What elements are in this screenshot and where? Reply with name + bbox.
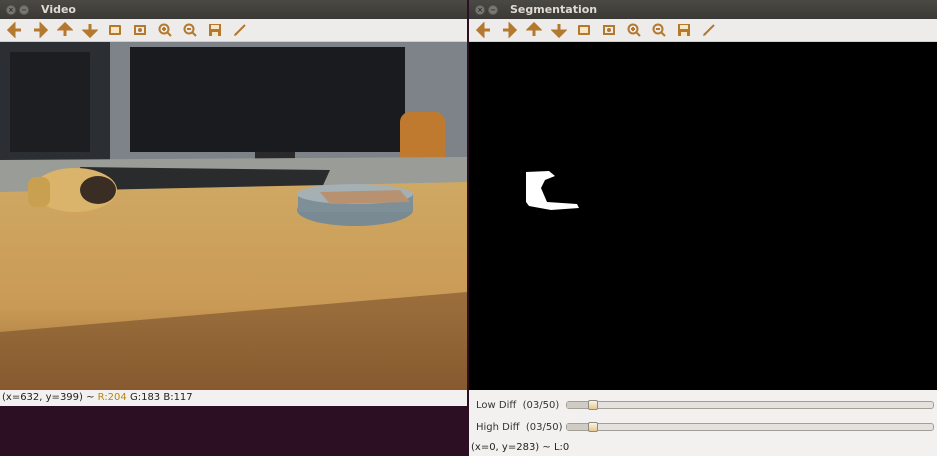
- pan-right-icon[interactable]: [29, 20, 51, 40]
- status-gb-values: G:183 B:117: [126, 392, 193, 403]
- pan-down-icon[interactable]: [548, 20, 570, 40]
- zoom-in-icon[interactable]: [154, 20, 176, 40]
- video-status-bar: (x=632, y=399) ~ R:204 G:183 B:117: [0, 390, 467, 406]
- pan-up-icon[interactable]: [523, 20, 545, 40]
- trackbar-label: High Diff (03/50): [476, 421, 563, 433]
- properties-icon[interactable]: [698, 20, 720, 40]
- video-window: × − Video (x=632, y=399) ~ R:204 G:183 B…: [0, 0, 467, 406]
- pan-left-icon[interactable]: [473, 20, 495, 40]
- status-red-value: R:204: [97, 392, 127, 403]
- trackbar-low-diff: Low Diff (03/50): [469, 394, 937, 416]
- segmentation-window: × − Segmentation Low Diff (03/50) High D…: [469, 0, 937, 456]
- zoom-in-icon[interactable]: [623, 20, 645, 40]
- close-icon[interactable]: ×: [6, 4, 16, 15]
- save-icon[interactable]: [673, 20, 695, 40]
- trackbar-label: Low Diff (03/50): [476, 399, 560, 411]
- trackbar-high-diff: High Diff (03/50): [469, 416, 937, 438]
- segmentation-titlebar[interactable]: × − Segmentation: [469, 0, 937, 19]
- zoom-reset-icon[interactable]: [104, 20, 126, 40]
- zoom-fit-icon[interactable]: [129, 20, 151, 40]
- close-icon[interactable]: ×: [475, 4, 485, 15]
- segmentation-status-bar: (x=0, y=283) ~ L:0: [469, 440, 937, 456]
- low-diff-slider[interactable]: [566, 400, 934, 410]
- pan-left-icon[interactable]: [4, 20, 26, 40]
- zoom-out-icon[interactable]: [648, 20, 670, 40]
- minimize-icon[interactable]: −: [19, 4, 29, 15]
- status-coords: (x=632, y=399) ~: [2, 392, 98, 403]
- segmentation-toolbar: [469, 19, 937, 42]
- video-image[interactable]: [0, 42, 467, 390]
- video-titlebar[interactable]: × − Video: [0, 0, 467, 19]
- zoom-out-icon[interactable]: [179, 20, 201, 40]
- segmentation-image[interactable]: [469, 42, 937, 390]
- pan-up-icon[interactable]: [54, 20, 76, 40]
- zoom-fit-icon[interactable]: [598, 20, 620, 40]
- properties-icon[interactable]: [229, 20, 251, 40]
- window-title: Segmentation: [510, 3, 598, 16]
- save-icon[interactable]: [204, 20, 226, 40]
- pan-right-icon[interactable]: [498, 20, 520, 40]
- slider-thumb[interactable]: [588, 422, 598, 432]
- slider-thumb[interactable]: [588, 400, 598, 410]
- video-toolbar: [0, 19, 467, 42]
- pan-down-icon[interactable]: [79, 20, 101, 40]
- high-diff-slider[interactable]: [566, 422, 934, 432]
- window-title: Video: [41, 3, 76, 16]
- zoom-reset-icon[interactable]: [573, 20, 595, 40]
- minimize-icon[interactable]: −: [488, 4, 498, 15]
- trackbar-panel: Low Diff (03/50) High Diff (03/50): [469, 390, 937, 438]
